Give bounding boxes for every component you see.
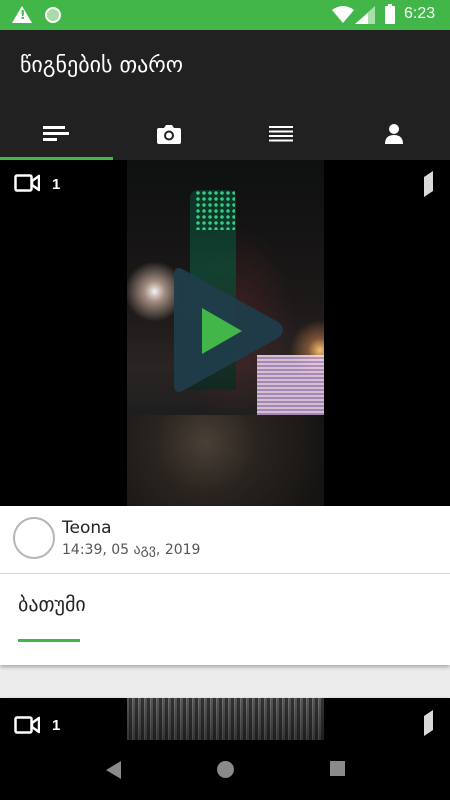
list-icon	[269, 126, 294, 142]
app-title: წიგნების თარო	[20, 53, 184, 78]
back-icon[interactable]	[104, 760, 122, 780]
feed-icon	[43, 126, 70, 141]
profile-icon	[384, 124, 403, 144]
post-title[interactable]: ბათუმი	[18, 592, 86, 616]
post-card[interactable]: 1	[0, 698, 450, 740]
post-media[interactable]: 1	[0, 160, 450, 506]
media-count: 1	[52, 717, 61, 734]
title-underline	[18, 639, 80, 642]
tab-profile[interactable]	[338, 108, 450, 160]
video-thumbnail[interactable]	[127, 698, 324, 740]
status-bar: ! 6:23	[0, 0, 450, 30]
thumbnail-tower-lights	[195, 190, 235, 230]
post-date: 14:39, 05 აგვ, 2019	[62, 542, 201, 558]
author-name[interactable]: Teona	[62, 518, 112, 538]
report-flag-icon[interactable]	[421, 710, 435, 736]
video-camera-icon	[14, 174, 40, 192]
tab-list[interactable]	[225, 108, 338, 160]
app-bar: წიგნების თარო	[0, 30, 450, 160]
tab-camera[interactable]	[113, 108, 226, 160]
signal-icon	[355, 6, 375, 24]
author-row[interactable]: Teona 14:39, 05 აგვ, 2019	[0, 506, 450, 574]
warning-mark: !	[20, 8, 26, 22]
battery-icon	[385, 4, 395, 24]
report-flag-icon[interactable]	[421, 171, 435, 197]
thumbnail-ground	[127, 415, 324, 506]
media-count: 1	[52, 176, 61, 193]
tab-feed[interactable]	[0, 108, 113, 160]
home-icon[interactable]	[216, 760, 235, 779]
wifi-icon	[332, 6, 354, 23]
video-camera-icon	[14, 716, 40, 734]
sync-indicator-icon	[45, 7, 61, 23]
post-card[interactable]: 1 Teona 14:39, 05 აგვ, 2019 ბათუმი	[0, 160, 450, 665]
tab-bar	[0, 108, 450, 160]
play-button-icon[interactable]	[160, 260, 292, 400]
feed[interactable]: 1 Teona 14:39, 05 აგვ, 2019 ბათუმი 1	[0, 160, 450, 740]
avatar[interactable]	[13, 517, 55, 559]
status-clock: 6:23	[404, 5, 436, 22]
camera-icon	[156, 125, 181, 144]
recents-icon[interactable]	[329, 760, 346, 777]
system-nav-bar	[0, 740, 450, 800]
